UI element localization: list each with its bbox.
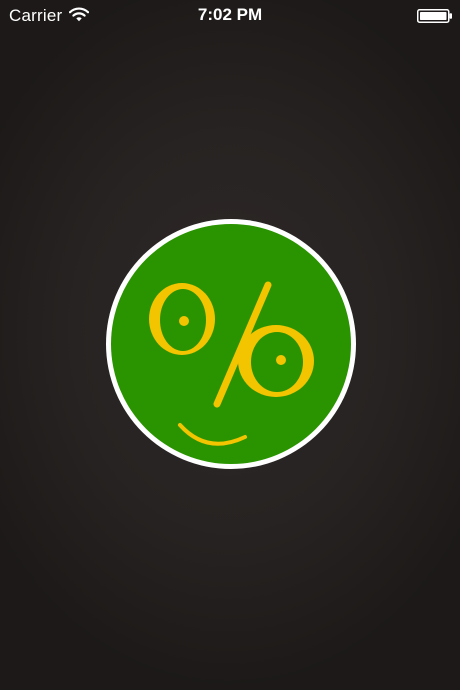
status-bar: Carrier 7:02 PM xyxy=(0,0,460,30)
smiling-percent-face-icon xyxy=(106,219,356,469)
battery-icon xyxy=(417,9,452,23)
status-bar-time: 7:02 PM xyxy=(197,5,263,24)
logo-face xyxy=(111,224,351,464)
right-eye-icon xyxy=(276,355,286,365)
left-eye-icon xyxy=(179,316,189,326)
splash-screen: Carrier 7:02 PM xyxy=(0,0,460,690)
